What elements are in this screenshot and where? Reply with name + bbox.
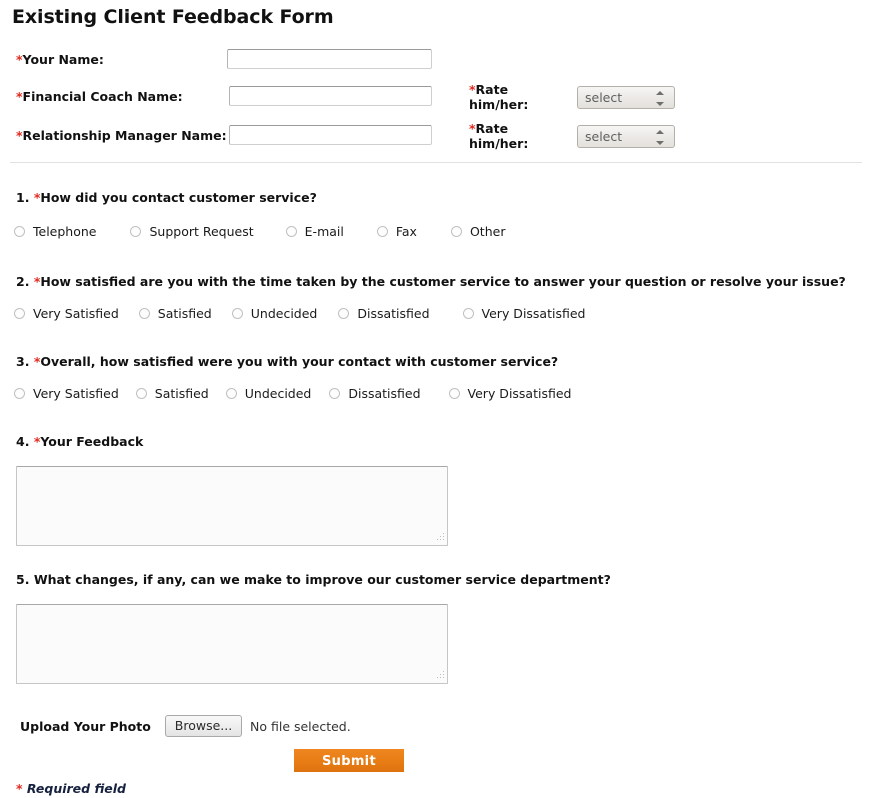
radio-option-label: Undecided (250, 306, 318, 321)
question-label: How did you contact customer service? (40, 190, 317, 205)
radio-button-icon[interactable] (14, 226, 25, 237)
file-status-text: No file selected. (250, 719, 351, 734)
radio-button-icon[interactable] (338, 308, 350, 319)
question-3-options: Very Satisfied Satisfied Undecided Dissatis… (14, 386, 571, 401)
radio-option-label: Telephone (33, 224, 97, 239)
radio-option[interactable]: Telephone (14, 224, 96, 239)
resize-grip-icon[interactable] (435, 533, 444, 542)
rate-manager-select-value: select (585, 129, 623, 144)
question-4-text: 4. *Your Feedback (16, 434, 143, 449)
question-1-options: Telephone Support Request E-mail Fax Other (14, 224, 505, 239)
question-number: 4. (16, 434, 30, 449)
question-label: Overall, how satisfied were you with you… (40, 354, 559, 369)
resize-grip-icon[interactable] (435, 671, 444, 680)
required-field-text: Required field (26, 781, 127, 796)
label-text-line2: him/her: (469, 97, 529, 112)
relationship-manager-name-input[interactable] (229, 125, 432, 145)
label-financial-coach-name: *Financial Coach Name: (16, 89, 183, 104)
label-text-line1: Rate (475, 82, 509, 97)
radio-button-icon[interactable] (138, 308, 150, 319)
section-divider (10, 162, 862, 163)
radio-option-label: Support Request (149, 224, 254, 239)
radio-option-label: Very Satisfied (33, 386, 119, 401)
radio-option[interactable]: Very Satisfied (14, 386, 119, 401)
upload-photo-label: Upload Your Photo (20, 719, 151, 734)
question-2-text: 2. *How satisfied are you with the time … (16, 274, 846, 289)
radio-button-icon[interactable] (14, 388, 25, 399)
spinner-arrows-icon (656, 91, 665, 106)
radio-button-icon[interactable] (462, 308, 474, 319)
radio-option[interactable]: Very Dissatisfied (448, 386, 572, 401)
question-label: Your Feedback (40, 434, 144, 449)
label-text: Relationship Manager Name: (22, 128, 227, 143)
radio-option[interactable]: Satisfied (135, 386, 209, 401)
required-asterisk: * (16, 781, 23, 796)
label-your-name: *Your Name: (16, 52, 104, 67)
radio-option[interactable]: E-mail (285, 224, 344, 239)
question-number: 2. (16, 274, 30, 289)
radio-option-label: Very Dissatisfied (481, 306, 586, 321)
question-1-text: 1. *How did you contact customer service… (16, 190, 317, 205)
radio-option[interactable]: Other (450, 224, 506, 239)
radio-option-label: Very Dissatisfied (467, 386, 572, 401)
radio-button-icon[interactable] (450, 226, 462, 237)
spinner-arrows-icon (656, 130, 665, 145)
radio-option-label: Satisfied (157, 306, 212, 321)
radio-option[interactable]: Very Satisfied (14, 306, 119, 321)
question-label: How satisfied are you with the time take… (40, 274, 846, 289)
page-title: Existing Client Feedback Form (12, 6, 334, 28)
radio-button-icon[interactable] (231, 308, 243, 319)
label-relationship-manager-name: *Relationship Manager Name: (16, 128, 227, 143)
radio-option[interactable]: Dissatisfied (338, 306, 430, 321)
label-text: Financial Coach Name: (22, 89, 183, 104)
submit-button[interactable]: Submit (294, 749, 404, 772)
question-number: 1. (16, 190, 30, 205)
radio-option[interactable]: Satisfied (138, 306, 212, 321)
improvements-textarea[interactable] (16, 604, 448, 684)
radio-option-label: Dissatisfied (348, 386, 421, 401)
question-number: 5. (16, 572, 30, 587)
question-2-options: Very Satisfied Satisfied Undecided Dissatis… (14, 306, 585, 321)
required-field-note: * Required field (16, 781, 126, 796)
question-number: 3. (16, 354, 30, 369)
rate-coach-select-value: select (585, 90, 623, 105)
radio-option-label: Other (469, 224, 506, 239)
feedback-textarea[interactable] (16, 466, 448, 546)
radio-option[interactable]: Undecided (231, 306, 318, 321)
radio-button-icon[interactable] (329, 388, 341, 399)
radio-option[interactable]: Fax (376, 224, 417, 239)
radio-button-icon[interactable] (130, 226, 142, 237)
question-label: What changes, if any, can we make to imp… (33, 572, 611, 587)
radio-option-label: Very Satisfied (33, 306, 119, 321)
label-text-line2: him/her: (469, 136, 529, 151)
radio-button-icon[interactable] (376, 226, 388, 237)
your-name-input[interactable] (227, 49, 432, 69)
question-3-text: 3. *Overall, how satisfied were you with… (16, 354, 558, 369)
label-text-line1: Rate (475, 121, 509, 136)
radio-button-icon[interactable] (285, 226, 297, 237)
radio-button-icon[interactable] (135, 388, 147, 399)
radio-option-label: E-mail (304, 224, 344, 239)
radio-button-icon[interactable] (14, 308, 25, 319)
radio-option-label: Undecided (244, 386, 312, 401)
radio-button-icon[interactable] (448, 388, 460, 399)
feedback-form-page: Existing Client Feedback Form *Your Name… (0, 0, 873, 798)
financial-coach-name-input[interactable] (229, 86, 432, 106)
rate-coach-select[interactable]: select (577, 86, 675, 109)
radio-option-label: Dissatisfied (357, 306, 430, 321)
radio-option[interactable]: Dissatisfied (329, 386, 421, 401)
question-5-text: 5. What changes, if any, can we make to … (16, 572, 611, 587)
radio-option[interactable]: Undecided (225, 386, 312, 401)
rate-manager-select[interactable]: select (577, 125, 675, 148)
browse-button[interactable]: Browse... (165, 715, 242, 737)
radio-button-icon[interactable] (225, 388, 237, 399)
radio-option-label: Satisfied (154, 386, 209, 401)
label-rate-coach: *Rate him/her: (469, 82, 569, 112)
radio-option-label: Fax (395, 224, 417, 239)
label-rate-manager: *Rate him/her: (469, 121, 569, 151)
radio-option[interactable]: Support Request (130, 224, 254, 239)
label-text: Your Name: (22, 52, 104, 67)
radio-option[interactable]: Very Dissatisfied (462, 306, 586, 321)
